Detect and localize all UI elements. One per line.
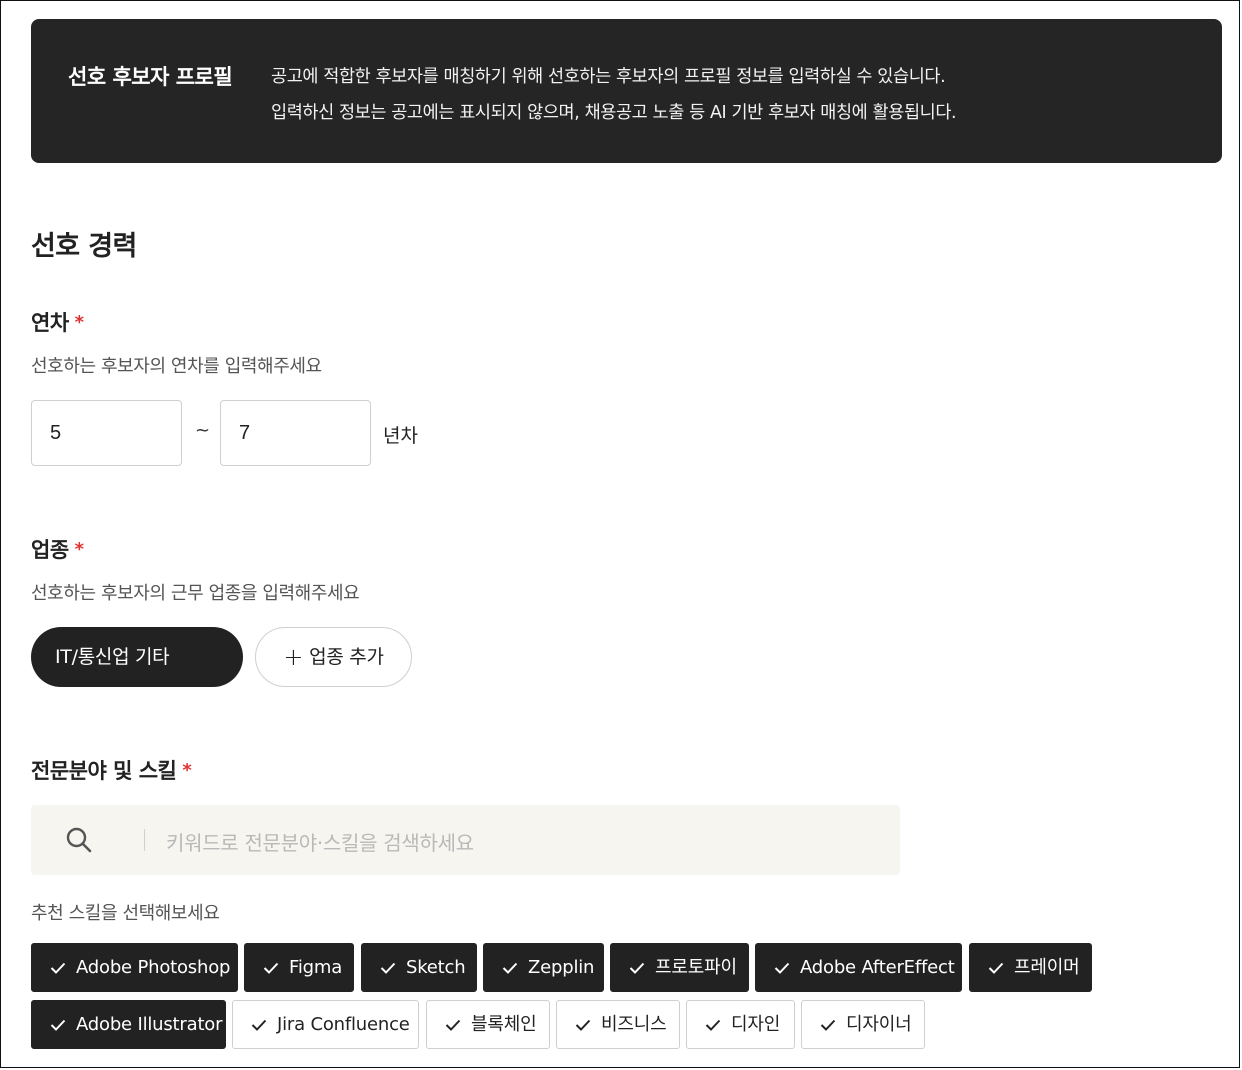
industry-label-text: 업종 xyxy=(31,538,69,562)
skills-label: 전문분야 및 스킬 * xyxy=(31,755,192,785)
experience-min-input[interactable]: 5 xyxy=(31,400,182,466)
banner-line-2: 입력하신 정보는 공고에는 표시되지 않으며, 채용공고 노출 등 AI 기반 … xyxy=(271,103,957,123)
search-icon xyxy=(66,827,92,853)
check-icon xyxy=(705,1019,721,1031)
skill-chip-label: Jira Confluence xyxy=(277,1014,410,1035)
skill-chip-label: 디자인 xyxy=(731,1014,781,1035)
skill-chip-label: 비즈니스 xyxy=(601,1014,667,1035)
check-icon xyxy=(50,962,66,974)
range-separator: ~ xyxy=(195,420,211,441)
section-title: 선호 경력 xyxy=(31,231,137,262)
check-icon xyxy=(502,962,518,974)
experience-max-input[interactable]: 7 xyxy=(220,400,371,466)
required-mark: * xyxy=(74,312,84,333)
skills-label-text: 전문분야 및 스킬 xyxy=(31,759,177,783)
skill-chip-label: 디자이너 xyxy=(846,1014,912,1035)
search-divider xyxy=(144,829,145,851)
experience-help: 선호하는 후보자의 연차를 입력해주세요 xyxy=(31,356,322,377)
banner-title: 선호 후보자 프로필 xyxy=(68,65,233,89)
check-icon xyxy=(988,962,1004,974)
industry-label: 업종 * xyxy=(31,534,84,564)
recommend-label: 추천 스킬을 선택해보세요 xyxy=(31,903,220,924)
skill-chip-label: Sketch xyxy=(406,957,466,978)
check-icon xyxy=(50,1019,66,1031)
skill-chip-label: Figma xyxy=(289,957,343,978)
skill-chip[interactable]: Adobe Illustrator xyxy=(31,1000,226,1049)
check-icon xyxy=(629,962,645,974)
industry-selected-pill[interactable]: IT/통신업 기타 xyxy=(31,627,243,687)
required-mark: * xyxy=(74,539,84,560)
info-banner: 선호 후보자 프로필 공고에 적합한 후보자를 매칭하기 위해 선호하는 후보자… xyxy=(31,19,1222,163)
skill-chip-label: 프레이머 xyxy=(1014,957,1080,978)
skill-chip[interactable]: 프레이머 xyxy=(969,943,1092,992)
skill-chip[interactable]: Zepplin xyxy=(483,943,604,992)
experience-label: 연차 * xyxy=(31,307,84,337)
skill-chip[interactable]: Figma xyxy=(244,943,354,992)
skill-chip[interactable]: Adobe AfterEffect xyxy=(755,943,962,992)
check-icon xyxy=(445,1019,461,1031)
required-mark: * xyxy=(182,760,192,781)
skill-search-input[interactable]: 키워드로 전문분야·스킬을 검색하세요 xyxy=(31,805,900,875)
check-icon xyxy=(380,962,396,974)
skill-chip-label: Adobe AfterEffect xyxy=(800,957,955,978)
skill-chip-label: Zepplin xyxy=(528,957,595,978)
skill-chip-label: Adobe Illustrator xyxy=(76,1014,223,1035)
check-icon xyxy=(820,1019,836,1031)
check-icon xyxy=(263,962,279,974)
banner-line-1: 공고에 적합한 후보자를 매칭하기 위해 선호하는 후보자의 프로필 정보를 입… xyxy=(271,67,946,87)
skill-chip[interactable]: 비즈니스 xyxy=(556,1000,680,1049)
skill-chip[interactable]: Adobe Photoshop xyxy=(31,943,238,992)
skill-chip[interactable]: Jira Confluence xyxy=(232,1000,419,1049)
experience-unit: 년차 xyxy=(383,425,418,447)
skill-chip[interactable]: 디자이너 xyxy=(801,1000,925,1049)
industry-help: 선호하는 후보자의 근무 업종을 입력해주세요 xyxy=(31,583,360,604)
search-placeholder: 키워드로 전문분야·스킬을 검색하세요 xyxy=(166,831,474,855)
skill-chip-label: 블록체인 xyxy=(471,1014,537,1035)
skill-chip-label: Adobe Photoshop xyxy=(76,957,231,978)
add-industry-button[interactable]: + 업종 추가 xyxy=(255,627,412,687)
plus-icon: + xyxy=(283,643,304,671)
skill-chip[interactable]: 디자인 xyxy=(686,1000,795,1049)
check-icon xyxy=(575,1019,591,1031)
experience-label-text: 연차 xyxy=(31,311,69,335)
skill-chip-label: 프로토파이 xyxy=(655,957,737,978)
skill-chip[interactable]: 프로토파이 xyxy=(610,943,749,992)
check-icon xyxy=(251,1019,267,1031)
add-industry-label: 업종 추가 xyxy=(309,646,384,668)
skill-chip[interactable]: 블록체인 xyxy=(426,1000,550,1049)
banner-description: 공고에 적합한 후보자를 매칭하기 위해 선호하는 후보자의 프로필 정보를 입… xyxy=(271,59,957,131)
skill-chip[interactable]: Sketch xyxy=(361,943,477,992)
check-icon xyxy=(774,962,790,974)
